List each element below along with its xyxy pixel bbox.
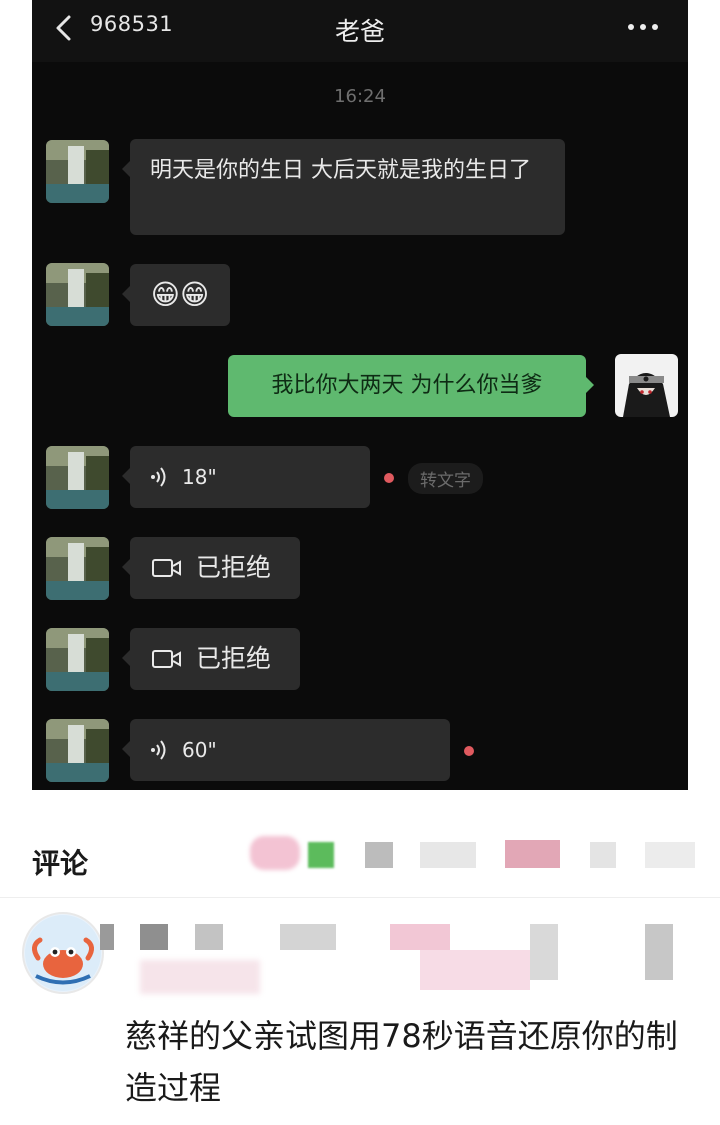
message-bubble-birthday[interactable]: 明天是你的生日 大后天就是我的生日了 [122, 139, 565, 235]
dad-avatar[interactable] [46, 446, 109, 509]
unread-dot [384, 473, 394, 483]
grin-emoji-icon: 😁😁 [150, 278, 210, 311]
dad-avatar[interactable] [46, 537, 109, 600]
chat-title: 老爸 [334, 17, 385, 46]
waterfall-avatar-icon [46, 140, 109, 203]
dad-avatar[interactable] [46, 719, 109, 782]
message-timestamp: 16:24 [334, 86, 386, 107]
more-options-icon[interactable] [628, 20, 664, 34]
comment-text: 慈祥的父亲试图用78秒语音还原你的制造过程 [125, 1017, 678, 1107]
video-call-rejected[interactable]: 已拒绝 [122, 537, 300, 599]
message-bubble-reply[interactable]: 我比你大两天 为什么你当爹 [228, 355, 594, 417]
video-camera-icon [152, 559, 181, 577]
message-text: 我比你大两天 为什么你当爹 [271, 373, 543, 398]
divider [0, 897, 720, 898]
voice-duration: 18" [182, 465, 217, 489]
dad-avatar[interactable] [46, 263, 109, 326]
self-avatar[interactable] [615, 354, 678, 417]
dad-avatar[interactable] [46, 628, 109, 691]
waterfall-avatar-icon [46, 263, 109, 326]
waterfall-avatar-icon [46, 537, 109, 600]
chat-screenshot: 968531 老爸 16:24 明天是你的生日 大后天就是我的生日了 😁😁 我比… [32, 0, 688, 790]
redacted-area [250, 836, 700, 876]
voice-message-60s[interactable]: 60" [122, 719, 450, 781]
anime-character-avatar-icon [615, 354, 678, 417]
convert-to-text-button[interactable]: 转文字 [408, 463, 483, 494]
waterfall-avatar-icon [46, 628, 109, 691]
comments-section-title: 评论 [32, 847, 89, 880]
message-text: 明天是你的生日 大后天就是我的生日了 [150, 158, 531, 183]
chat-header: 968531 老爸 [32, 0, 688, 62]
crab-avatar-icon [25, 915, 101, 991]
voice-message-18s[interactable]: 18" [122, 446, 370, 508]
call-status: 已拒绝 [196, 644, 272, 673]
commenter-avatar[interactable] [22, 912, 104, 994]
voice-wave-icon [151, 467, 166, 487]
voice-duration: 60" [182, 738, 217, 762]
video-camera-icon [152, 650, 181, 668]
redacted-username [100, 920, 700, 1010]
dad-avatar[interactable] [46, 140, 109, 203]
waterfall-avatar-icon [46, 446, 109, 509]
voice-wave-icon [151, 740, 166, 760]
waterfall-avatar-icon [46, 719, 109, 782]
call-status: 已拒绝 [196, 553, 272, 582]
message-bubble-emoji[interactable]: 😁😁 [122, 264, 230, 326]
video-call-rejected[interactable]: 已拒绝 [122, 628, 300, 690]
unread-dot [464, 746, 474, 756]
